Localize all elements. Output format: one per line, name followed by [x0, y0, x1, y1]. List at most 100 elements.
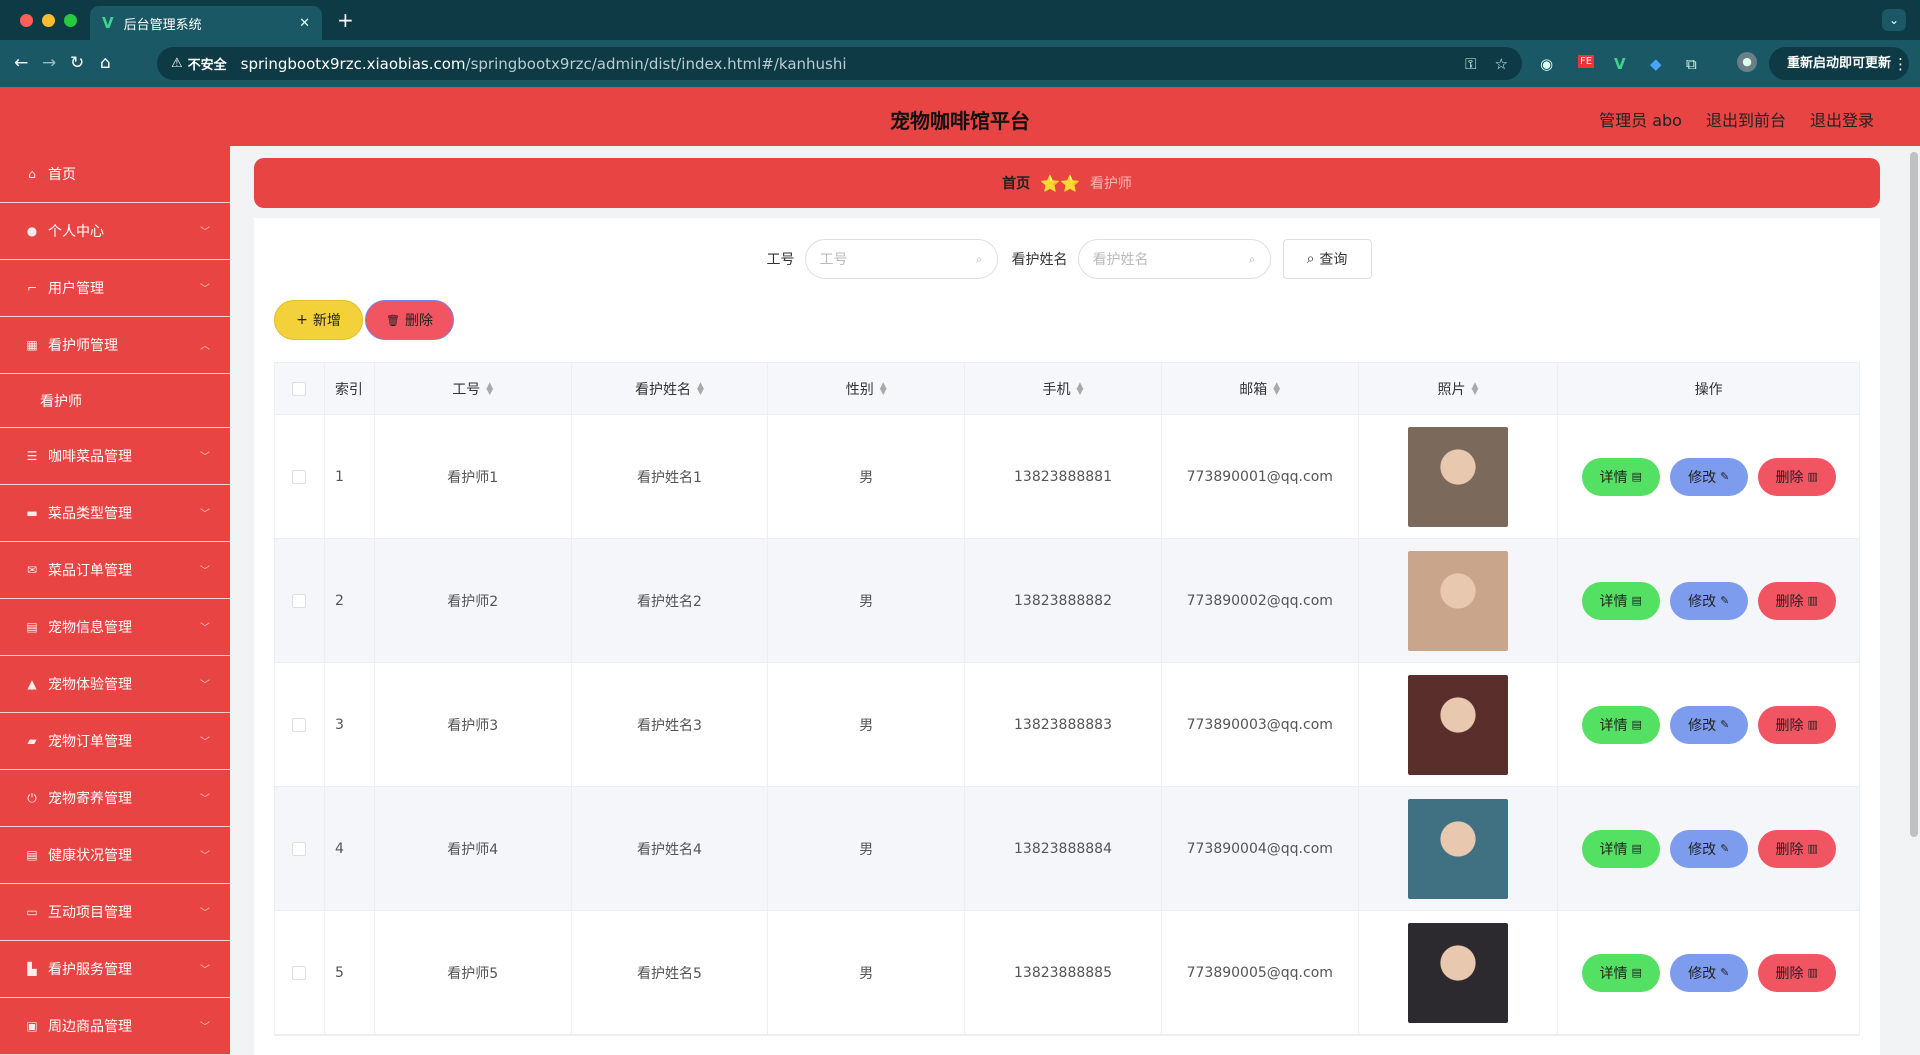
detail-button[interactable]: 详情 ▤	[1581, 829, 1660, 868]
row-checkbox[interactable]	[292, 717, 307, 732]
delete-button[interactable]: 删除 ▥	[1757, 581, 1836, 620]
detail-button[interactable]: 详情 ▤	[1581, 457, 1660, 496]
sort-icon[interactable]: ▲ ▼	[1077, 381, 1084, 396]
sidebar-item-personal-center[interactable]: ● 个人中心 ﹀	[0, 203, 230, 260]
row-checkbox[interactable]	[292, 593, 307, 608]
detail-button[interactable]: 详情 ▤	[1581, 953, 1660, 992]
extension-gem-icon[interactable]: ◆	[1650, 55, 1662, 73]
caretaker-photo[interactable]	[1408, 426, 1509, 527]
add-button[interactable]: + 新增	[274, 300, 363, 340]
edit-button[interactable]: 修改 ✎	[1669, 457, 1748, 496]
reload-icon[interactable]: ↻	[70, 53, 84, 73]
row-checkbox[interactable]	[292, 841, 307, 856]
search-icon: ⌕	[975, 251, 983, 266]
detail-button[interactable]: 详情 ▤	[1581, 705, 1660, 744]
edit-label: 修改	[1688, 593, 1717, 610]
tab-search-icon[interactable]: ⌄	[1882, 9, 1906, 31]
browser-menu-icon[interactable]: ⋮	[1893, 55, 1908, 73]
browser-tab[interactable]: V 后台管理系统 ✕	[90, 6, 322, 40]
close-window-button[interactable]	[20, 14, 33, 27]
insecure-badge[interactable]: ⚠ 不安全	[171, 54, 227, 73]
caretaker-photo[interactable]	[1408, 550, 1509, 651]
sidebar-item-dish-type-management[interactable]: ▬ 菜品类型管理 ﹀	[0, 485, 230, 542]
header-phone[interactable]: 手机 ▲ ▼	[965, 363, 1162, 414]
row-checkbox[interactable]	[292, 469, 307, 484]
caretaker-photo[interactable]	[1408, 922, 1509, 1023]
forward-icon[interactable]: →	[42, 53, 56, 73]
cell-sex: 男	[768, 663, 966, 786]
url-field[interactable]: ⚠ 不安全 springbootx9rzc.xiaobias.com/sprin…	[157, 47, 1522, 80]
exit-to-front-link[interactable]: 退出到前台	[1706, 107, 1786, 131]
pencil-icon: ✎	[1720, 718, 1730, 731]
new-tab-button[interactable]: +	[337, 8, 354, 32]
sidebar-item-health-status-management[interactable]: ▤ 健康状况管理 ﹀	[0, 827, 230, 884]
minimize-window-button[interactable]	[42, 14, 55, 27]
sidebar-item-coffee-dish-management[interactable]: ☰ 咖啡菜品管理 ﹀	[0, 428, 230, 485]
maximize-window-button[interactable]	[64, 14, 77, 27]
sidebar-item-pet-order-management[interactable]: ▰ 宠物订单管理 ﹀	[0, 713, 230, 770]
header-photo[interactable]: 照片 ▲ ▼	[1359, 363, 1559, 414]
header-email[interactable]: 邮箱 ▲ ▼	[1162, 363, 1359, 414]
tab-close-icon[interactable]: ✕	[299, 16, 310, 31]
sort-icon[interactable]: ▲ ▼	[1273, 381, 1280, 396]
caretaker-photo[interactable]	[1408, 798, 1509, 899]
delete-button[interactable]: 删除 ▥	[1757, 953, 1836, 992]
search-input-no[interactable]: 工号 ⌕	[804, 239, 998, 279]
trash-icon: ▥	[1807, 470, 1818, 483]
edit-button[interactable]: 修改 ✎	[1669, 581, 1748, 620]
sidebar-item-pet-experience-management[interactable]: ▲ 宠物体验管理 ﹀	[0, 656, 230, 713]
sidebar-item-caretaker-management[interactable]: ▦ 看护师管理 ︿	[0, 317, 230, 374]
edit-button[interactable]: 修改 ✎	[1669, 829, 1748, 868]
delete-button[interactable]: 删除 ▥	[1757, 705, 1836, 744]
sidebar-item-interaction-project-management[interactable]: ▭ 互动项目管理 ﹀	[0, 884, 230, 941]
home-browser-icon[interactable]: ⌂	[100, 53, 111, 73]
search-icon: ⌕	[1306, 251, 1315, 267]
sort-icon[interactable]: ▲ ▼	[697, 381, 704, 396]
cell-index-text: 1	[334, 468, 344, 485]
select-all-checkbox[interactable]	[292, 381, 307, 396]
key-icon[interactable]: ⚿	[1465, 55, 1476, 73]
sidebar-item-caretaker[interactable]: 看护师	[0, 374, 230, 428]
table-row: 1 看护师1 看护姓名1 男 13823888881 773890001@qq.com 详情…	[275, 415, 1859, 539]
sidebar-item-pet-boarding-management[interactable]: ⏻ 宠物寄养管理 ﹀	[0, 770, 230, 827]
header-name[interactable]: 看护姓名 ▲ ▼	[572, 363, 769, 414]
sort-icon[interactable]: ▲ ▼	[1472, 381, 1479, 396]
header-no[interactable]: 工号 ▲ ▼	[375, 363, 572, 414]
batch-delete-button[interactable]: 🗑 删除	[365, 300, 454, 340]
sidebar-item-care-service-management[interactable]: ▙ 看护服务管理 ﹀	[0, 941, 230, 998]
delete-button[interactable]: 删除 ▥	[1757, 829, 1836, 868]
caretaker-photo[interactable]	[1408, 674, 1509, 775]
sort-icon[interactable]: ▲ ▼	[486, 381, 493, 396]
doc-icon: ▤	[26, 620, 38, 634]
update-browser-button[interactable]: 重新启动即可更新	[1769, 47, 1909, 80]
breadcrumb-home[interactable]: 首页	[1002, 173, 1030, 193]
row-checkbox[interactable]	[292, 965, 307, 980]
back-icon[interactable]: ←	[14, 53, 28, 73]
extension-vue-icon[interactable]: V	[1614, 55, 1626, 73]
profile-avatar-icon[interactable]: ●	[1737, 52, 1757, 72]
chevron-down-icon: ﹀	[200, 680, 210, 691]
extension-fe-icon[interactable]: FE	[1578, 55, 1595, 68]
search-input-name[interactable]: 看护姓名 ⌕	[1077, 239, 1271, 279]
cell-sex-text: 男	[859, 469, 874, 486]
page-scrollbar[interactable]	[1908, 146, 1920, 1055]
sidebar-item-dish-order-management[interactable]: ✉ 菜品订单管理 ﹀	[0, 542, 230, 599]
extension-owl-icon[interactable]: ◉	[1540, 55, 1553, 73]
sidebar-item-merchandise-management[interactable]: ▣ 周边商品管理 ﹀	[0, 998, 230, 1055]
sidebar-item-home[interactable]: ⌂ 首页	[0, 146, 230, 203]
delete-button[interactable]: 删除 ▥	[1757, 457, 1836, 496]
detail-button[interactable]: 详情 ▤	[1581, 581, 1660, 620]
extensions-puzzle-icon[interactable]: ⧉	[1686, 55, 1697, 73]
sidebar-item-user-management[interactable]: ⌐ 用户管理 ﹀	[0, 260, 230, 317]
cell-name-text: 看护姓名5	[637, 965, 702, 982]
cell-index-text: 5	[334, 964, 344, 981]
bookmark-star-icon[interactable]: ☆	[1495, 55, 1508, 73]
edit-button[interactable]: 修改 ✎	[1669, 953, 1748, 992]
logout-link[interactable]: 退出登录	[1810, 107, 1874, 131]
sort-icon[interactable]: ▲ ▼	[880, 381, 887, 396]
header-sex[interactable]: 性别 ▲ ▼	[768, 363, 966, 414]
query-button[interactable]: ⌕ 查询	[1282, 239, 1372, 279]
edit-button[interactable]: 修改 ✎	[1669, 705, 1748, 744]
scrollbar-thumb[interactable]	[1910, 152, 1918, 837]
sidebar-item-pet-info-management[interactable]: ▤ 宠物信息管理 ﹀	[0, 599, 230, 656]
